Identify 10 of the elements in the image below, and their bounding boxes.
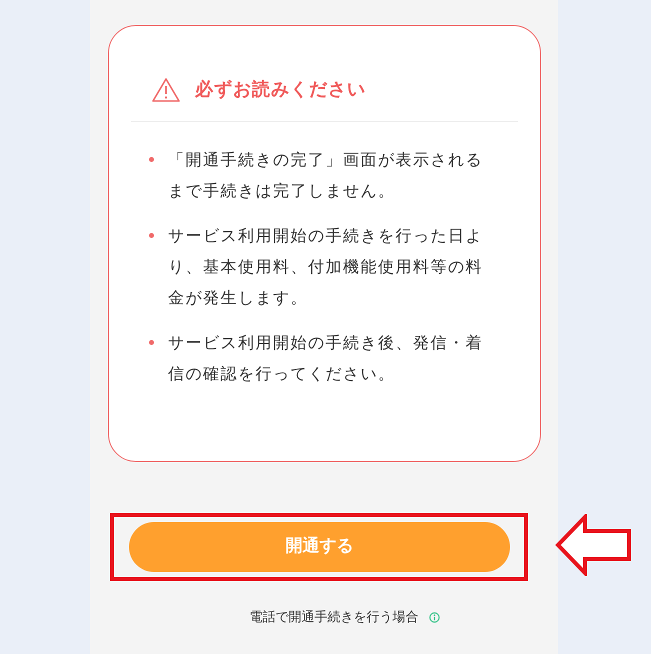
notice-text: 「開通手続きの完了」画面が表示されるまで手続きは完了しません。 — [168, 149, 484, 202]
notice-text: サービス利用開始の手続きを行った日より、基本使用料、付加機能使用料等の料金が発生します。 — [168, 225, 484, 309]
phone-activation-link[interactable]: 電話で開通手続きを行う場合 — [250, 608, 418, 628]
notice-title: 必ずお読みください — [195, 78, 366, 102]
bullet-dot — [149, 157, 154, 162]
bullet-dot — [149, 233, 154, 238]
info-icon[interactable] — [428, 612, 440, 624]
bullet-dot — [149, 340, 154, 345]
warning-icon — [151, 76, 181, 102]
notice-text: サービス利用開始の手続き後、発信・着信の確認を行ってください。 — [168, 332, 484, 385]
